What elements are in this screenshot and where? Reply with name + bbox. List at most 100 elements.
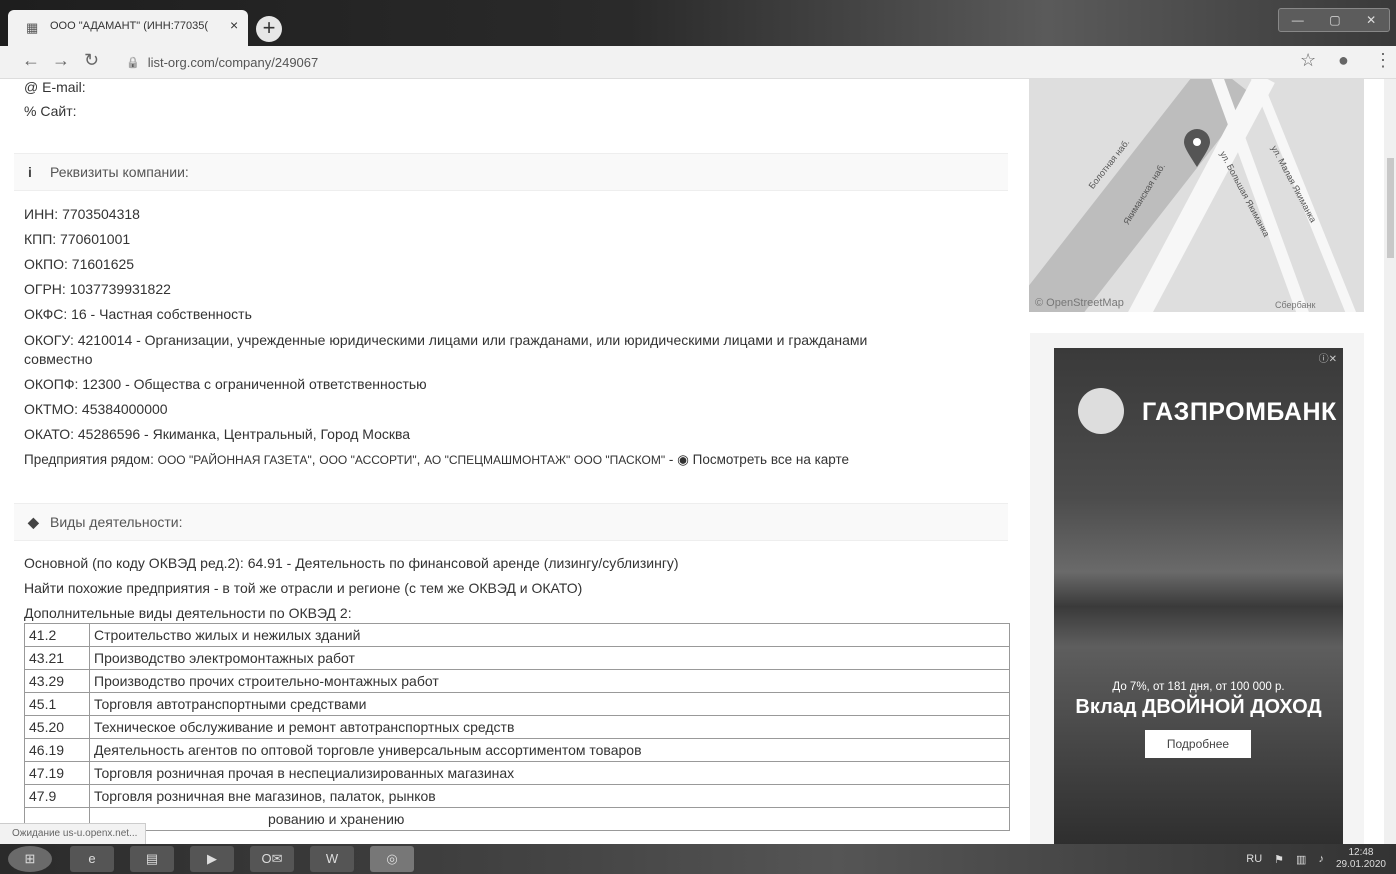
- okfs-row: ОКФС: 16 - Частная собственность: [24, 306, 252, 322]
- table-row: 45.20 Техническое обслуживание и ремонт а…: [24, 715, 1010, 739]
- okved-name: Техническое обслуживание и ремонт автотр…: [89, 715, 1010, 739]
- map-attribution: © OpenStreetMap: [1035, 297, 1124, 309]
- okopf-row: ОКОПФ: 12300 - Общества с ограниченной о…: [24, 376, 427, 392]
- browser-status-bar: Ожидание us-u.openx.net...: [0, 823, 147, 845]
- tray-volume-icon[interactable]: ♪: [1318, 853, 1324, 865]
- requisites-header: i Реквизиты компании:: [14, 153, 1008, 191]
- table-row: 47.9 Торговля розничная вне магазинов, па…: [24, 784, 1010, 808]
- okved-name: Торговля розничная прочая в неспециализи…: [89, 761, 1010, 785]
- okogu-row: ОКОГУ: 4210014 - Организации, учрежденны…: [24, 332, 868, 348]
- nearby-link[interactable]: ООО "РАЙОННАЯ ГАЗЕТА": [158, 453, 312, 467]
- ad-brand: ГАЗПРОМБАНК: [1142, 398, 1337, 426]
- okved-code: 43.29: [24, 669, 90, 693]
- ad-info-icon[interactable]: ⓘ✕: [1319, 350, 1337, 365]
- okved-name: рованию и хранению: [89, 807, 1010, 831]
- reload-icon[interactable]: ↻: [84, 50, 99, 71]
- lock-icon: 🔒: [126, 56, 140, 69]
- okved-code: 45.20: [24, 715, 90, 739]
- inn-row: ИНН: 7703504318: [24, 206, 140, 222]
- okato-row: ОКАТО: 45286596 - Якиманка, Центральный,…: [24, 426, 411, 442]
- nearby-link[interactable]: АО "СПЕЦМАШМОНТАЖ": [424, 453, 570, 467]
- minimize-icon[interactable]: —: [1292, 13, 1304, 27]
- chrome-icon[interactable]: ◎: [370, 846, 414, 872]
- browser-tab[interactable]: ▦ ООО "АДАМАНТ" (ИНН:77035( ×: [8, 10, 248, 46]
- similar-row: Найти похожие предприятия - в той же отр…: [24, 580, 582, 596]
- nearby-row: Предприятия рядом: ООО "РАЙОННАЯ ГАЗЕТА"…: [24, 452, 850, 467]
- similar-companies-text: - в той же отрасли и регионе (с тем же О…: [209, 580, 583, 596]
- okved-name: Строительство жилых и нежилых зданий: [89, 623, 1010, 647]
- close-tab-icon[interactable]: ×: [230, 17, 238, 33]
- tray-flag-icon[interactable]: ⚑: [1274, 853, 1284, 866]
- nearby-link[interactable]: ООО "АССОРТИ": [319, 453, 416, 467]
- new-tab-button[interactable]: +: [256, 16, 282, 42]
- requisites-header-text: Реквизиты компании:: [50, 164, 189, 180]
- clock-time: 12:48: [1348, 847, 1374, 858]
- link-icon: %: [24, 103, 41, 119]
- explorer-icon[interactable]: ▤: [130, 846, 174, 872]
- site-label: Сайт:: [40, 103, 77, 119]
- similar-companies-link[interactable]: Найти похожие предприятия: [24, 580, 210, 596]
- url-text: list-org.com/company/249067: [147, 54, 319, 70]
- gazprombank-ad[interactable]: ⓘ✕ ГАЗПРОМБАНК До 7%, от 181 дня, от 100…: [1054, 348, 1343, 845]
- company-map[interactable]: Болотная наб. Якиманская наб. ул. Больша…: [1029, 79, 1364, 312]
- okved-code: 43.21: [24, 646, 90, 670]
- tags-icon: ◆: [28, 514, 39, 530]
- activities-header-text: Виды деятельности:: [50, 514, 183, 530]
- okved-name: Производство прочих строительно-монтажны…: [89, 669, 1010, 693]
- site-row: % Сайт:: [24, 103, 77, 119]
- okved-code: 47.9: [24, 784, 90, 808]
- nearby-link[interactable]: ООО "ПАСКОМ": [574, 453, 665, 467]
- activities-header: ◆ Виды деятельности:: [14, 503, 1008, 541]
- tab-title: ООО "АДАМАНТ" (ИНН:77035(: [50, 20, 209, 32]
- table-row: 47.19 Торговля розничная прочая в неспеци…: [24, 761, 1010, 785]
- maximize-icon[interactable]: ▢: [1329, 13, 1340, 27]
- email-label: E-mail:: [42, 79, 86, 95]
- outlook-icon[interactable]: O✉: [250, 846, 294, 872]
- profile-icon[interactable]: ●: [1338, 50, 1349, 71]
- ie-icon[interactable]: e: [70, 846, 114, 872]
- menu-icon[interactable]: ⋮: [1374, 50, 1392, 71]
- info-icon: i: [28, 164, 32, 180]
- gazprombank-logo-icon: [1078, 388, 1124, 434]
- map-street-label: ул. Малая Якиманка: [1269, 143, 1319, 225]
- oktmo-row: ОКТМО: 45384000000: [24, 401, 168, 417]
- bookmark-star-icon[interactable]: ☆: [1300, 50, 1316, 71]
- close-window-icon[interactable]: ✕: [1366, 13, 1376, 27]
- table-row: 45.1 Торговля автотранспортными средствам…: [24, 692, 1010, 716]
- okved-code: 47.19: [24, 761, 90, 785]
- window-controls: — ▢ ✕: [1278, 8, 1390, 32]
- okved-name: Деятельность агентов по оптовой торговле…: [89, 738, 1010, 762]
- word-icon[interactable]: W: [310, 846, 354, 872]
- okogu-row-cont: совместно: [24, 351, 93, 367]
- clock[interactable]: 12:48 29.01.2020: [1336, 847, 1386, 871]
- tray-network-icon[interactable]: ▥: [1296, 853, 1306, 866]
- okved-name: Производство электромонтажных работ: [89, 646, 1010, 670]
- language-indicator[interactable]: RU: [1246, 853, 1262, 865]
- ad-offer: До 7%, от 181 дня, от 100 000 р.: [1112, 681, 1285, 693]
- windows-taskbar: ⊞ e ▤ ▶ O✉ W ◎ RU ⚑ ▥ ♪ 12:48 29.01.2020: [0, 844, 1396, 874]
- okved-name: Торговля розничная вне магазинов, палато…: [89, 784, 1010, 808]
- table-row: 41.2 Строительство жилых и нежилых зданий: [24, 623, 1010, 647]
- okpo-row: ОКПО: 71601625: [24, 256, 135, 272]
- kpp-row: КПП: 770601001: [24, 231, 131, 247]
- ogrn-row: ОГРН: 1037739931822: [24, 281, 171, 297]
- ad-more-button[interactable]: Подробнее: [1145, 730, 1251, 758]
- scrollbar-thumb[interactable]: [1387, 158, 1394, 258]
- media-player-icon[interactable]: ▶: [190, 846, 234, 872]
- clock-date: 29.01.2020: [1335, 859, 1386, 870]
- address-bar[interactable]: 🔒 list-org.com/company/249067: [126, 50, 318, 74]
- view-on-map-link[interactable]: Посмотреть все на карте: [693, 452, 849, 467]
- table-row: рованию и хранению: [24, 807, 1010, 831]
- okved-code: 45.1: [24, 692, 90, 716]
- start-button-icon[interactable]: ⊞: [8, 846, 52, 872]
- back-icon[interactable]: ←: [22, 50, 40, 71]
- system-tray: RU ⚑ ▥ ♪ 12:48 29.01.2020: [1246, 846, 1386, 872]
- map-marker-icon[interactable]: [1182, 129, 1212, 169]
- main-activity: Основной (по коду ОКВЭД ред.2): 64.91 - …: [24, 555, 679, 571]
- globe-icon: ◉: [677, 452, 689, 467]
- okved-name: Торговля автотранспортными средствами: [89, 692, 1010, 716]
- forward-icon[interactable]: →: [52, 50, 70, 71]
- ad-headline: Вклад ДВОЙНОЙ ДОХОД: [1075, 696, 1322, 718]
- table-row: 43.21 Производство электромонтажных работ: [24, 646, 1010, 670]
- table-row: 43.29 Производство прочих строительно-мон…: [24, 669, 1010, 693]
